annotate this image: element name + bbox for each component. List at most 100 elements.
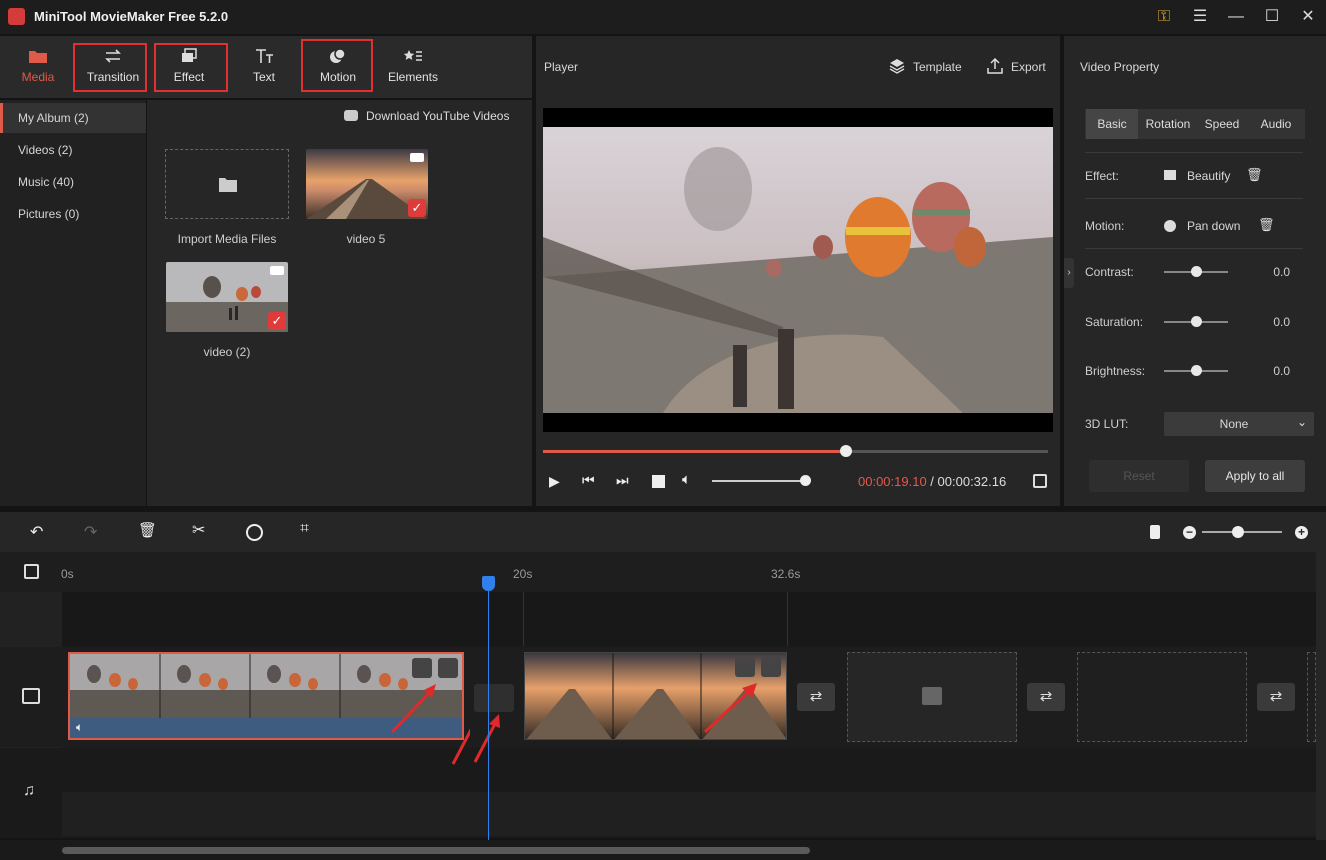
total-time: 00:00:32.16 [937,474,1007,489]
motion-label: Motion: [1085,219,1125,233]
tab-elements[interactable]: Elements [377,36,449,98]
reset-button[interactable]: Reset [1089,460,1189,492]
youtube-icon [344,110,358,121]
stop-button[interactable] [652,475,665,488]
sidebar-item-music[interactable]: Music (40) [0,167,146,197]
crop-icon[interactable]: ⌗ [300,520,309,538]
sidebar-item-pictures[interactable]: Pictures (0) [0,199,146,229]
annotation-arrow [473,714,500,763]
video-preview[interactable] [543,108,1053,432]
speed-icon[interactable] [246,524,263,541]
import-icon [922,687,942,705]
zoom-in-icon[interactable]: + [1295,526,1308,539]
volume-icon[interactable]: 🔈︎ [682,471,691,488]
tab-text[interactable]: Text [228,36,300,98]
media-thumb-video2[interactable]: ✓ [166,262,288,332]
export-label: Export [1011,60,1046,74]
brightness-knob[interactable] [1191,365,1202,376]
brightness-slider[interactable] [1164,365,1228,376]
collapse-chevron-icon[interactable]: › [1064,258,1074,288]
app-title: MiniTool MovieMaker Free 5.2.0 [34,9,229,24]
playback-progress[interactable] [543,445,1048,457]
contrast-knob[interactable] [1191,266,1202,277]
video-camera-icon [270,266,284,275]
volume-slider[interactable] [712,475,811,486]
timeline-side-edge [1316,552,1326,840]
play-button[interactable]: ▶ [549,473,560,490]
maximize-button[interactable]: ☐ [1260,6,1284,28]
media-thumb-video5[interactable]: ✓ [306,149,428,219]
album-sidebar: My Album (2) Videos (2) Music (40) Pictu… [0,100,146,506]
overlay-track [62,592,1316,646]
contrast-slider[interactable] [1164,266,1228,277]
speaker-icon[interactable]: 🔈︎ [76,720,83,735]
text-icon [256,49,273,63]
fullscreen-icon[interactable] [1033,474,1047,488]
transition-button[interactable]: ⇄ [797,683,835,711]
app-logo-icon [8,8,25,25]
tab-media[interactable]: Media [2,36,74,98]
tab-elements-label: Elements [387,70,439,84]
add-track-icon[interactable] [24,564,39,579]
property-title: Video Property [1080,60,1160,74]
import-media-button[interactable] [165,149,289,219]
delete-motion-icon[interactable]: 🗑︎ [1258,217,1275,233]
empty-clip-slot[interactable] [1077,652,1247,742]
transition-button[interactable]: ⇄ [1257,683,1295,711]
previous-frame-button[interactable]: ⏮ [582,472,595,489]
saturation-slider[interactable] [1164,316,1228,327]
empty-clip-slot[interactable] [847,652,1017,742]
motion-value: Pan down [1187,219,1241,233]
minimize-button[interactable]: — [1224,6,1248,28]
tab-rotation[interactable]: Rotation [1140,109,1196,139]
zoom-out-icon[interactable]: − [1183,526,1196,539]
timeline-scrollbar[interactable] [62,847,810,854]
time-display: 00:00:19.10 / 00:00:32.16 [858,474,1006,489]
apply-to-all-button[interactable]: Apply to all [1205,460,1305,492]
scissors-icon[interactable]: ✂ [192,520,205,540]
redo-icon[interactable]: ↷ [84,522,97,542]
video-property-panel: › Video Property Basic Rotation Speed Au… [1064,36,1326,506]
undo-icon[interactable]: ↶ [30,522,43,542]
tab-basic[interactable]: Basic [1086,109,1138,139]
video-frame-image [543,127,1053,413]
playback-progress-knob[interactable] [840,445,852,457]
tab-speed[interactable]: Speed [1198,109,1246,139]
next-frame-button[interactable]: ⏭ [616,472,629,489]
fit-zoom-icon[interactable] [1150,525,1160,539]
layers-icon [1164,170,1176,180]
highlight-motion [301,39,373,92]
ruler-tick-end: 32.6s [771,567,801,581]
tab-audio[interactable]: Audio [1248,109,1304,139]
delete-icon[interactable]: 🗑︎ [138,521,157,539]
effect-value: Beautify [1187,169,1231,183]
close-button[interactable]: ✕ [1296,6,1320,28]
lut-select[interactable]: None ⌄ [1164,412,1314,436]
transition-slot-empty[interactable] [474,684,514,712]
playhead-line [488,588,489,850]
sidebar-item-my-album[interactable]: My Album (2) [0,103,146,133]
zoom-knob[interactable] [1232,526,1244,538]
delete-effect-icon[interactable]: 🗑︎ [1246,167,1263,183]
contrast-value: 0.0 [1273,265,1290,279]
layers-icon [889,59,905,74]
time-separator: / [926,474,938,489]
timeline-toolbar: ↶ ↷ 🗑︎ ✂ ⌗ − + [0,512,1326,552]
annotation-arrow [703,683,757,734]
saturation-knob[interactable] [1191,316,1202,327]
brightness-label: Brightness: [1085,364,1146,378]
zoom-slider[interactable] [1202,526,1282,538]
key-icon[interactable]: ⚿ [1152,6,1176,28]
export-icon [987,58,1003,74]
effect-label: Effect: [1085,169,1119,183]
sidebar-item-videos[interactable]: Videos (2) [0,135,146,165]
timeline-ruler: 0s 20s 32.6s [0,552,1316,592]
transition-button[interactable]: ⇄ [1027,683,1065,711]
lut-label: 3D LUT: [1085,417,1129,431]
menu-icon[interactable]: ☰ [1188,6,1212,28]
empty-clip-slot[interactable] [1307,652,1316,742]
timeline-tracks: ♫ 🔈︎ ⇄ ⇄ ⇄ [0,592,1316,838]
folder-icon [219,178,237,192]
ruler-tick-20: 20s [513,567,533,581]
volume-knob[interactable] [800,475,811,486]
